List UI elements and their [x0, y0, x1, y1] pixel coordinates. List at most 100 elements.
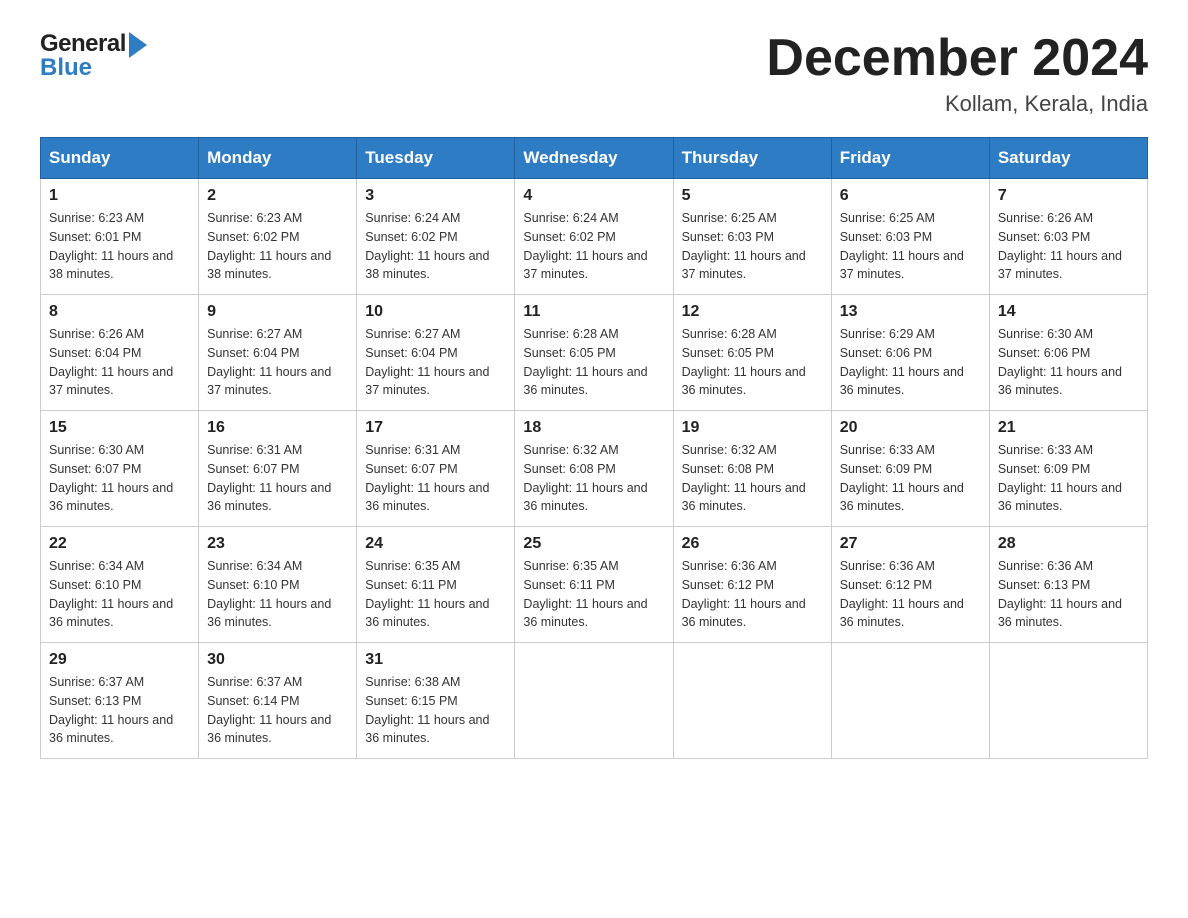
day-number: 9 — [207, 303, 348, 321]
day-number: 5 — [682, 187, 823, 205]
day-info: Sunrise: 6:26 AMSunset: 6:03 PMDaylight:… — [998, 209, 1139, 284]
calendar-cell: 8 Sunrise: 6:26 AMSunset: 6:04 PMDaylight… — [41, 295, 199, 411]
calendar-cell: 4 Sunrise: 6:24 AMSunset: 6:02 PMDaylight… — [515, 179, 673, 295]
day-info: Sunrise: 6:24 AMSunset: 6:02 PMDaylight:… — [365, 209, 506, 284]
calendar-week-2: 8 Sunrise: 6:26 AMSunset: 6:04 PMDaylight… — [41, 295, 1148, 411]
day-info: Sunrise: 6:34 AMSunset: 6:10 PMDaylight:… — [207, 557, 348, 632]
day-number: 1 — [49, 187, 190, 205]
day-info: Sunrise: 6:28 AMSunset: 6:05 PMDaylight:… — [523, 325, 664, 400]
calendar-cell: 15Sunrise: 6:30 AMSunset: 6:07 PMDayligh… — [41, 411, 199, 527]
calendar-cell: 9 Sunrise: 6:27 AMSunset: 6:04 PMDaylight… — [199, 295, 357, 411]
calendar-cell: 13Sunrise: 6:29 AMSunset: 6:06 PMDayligh… — [831, 295, 989, 411]
subtitle: Kollam, Kerala, India — [766, 91, 1148, 117]
calendar-cell: 23 Sunrise: 6:34 AMSunset: 6:10 PMDayligh… — [199, 527, 357, 643]
calendar-cell: 6 Sunrise: 6:25 AMSunset: 6:03 PMDaylight… — [831, 179, 989, 295]
calendar-cell: 18 Sunrise: 6:32 AMSunset: 6:08 PMDayligh… — [515, 411, 673, 527]
calendar-cell: 16 Sunrise: 6:31 AMSunset: 6:07 PMDayligh… — [199, 411, 357, 527]
day-info: Sunrise: 6:32 AMSunset: 6:08 PMDaylight:… — [523, 441, 664, 516]
logo: General Blue — [40, 30, 147, 82]
col-header-friday: Friday — [831, 138, 989, 179]
day-number: 4 — [523, 187, 664, 205]
day-info: Sunrise: 6:28 AMSunset: 6:05 PMDaylight:… — [682, 325, 823, 400]
calendar-week-3: 15Sunrise: 6:30 AMSunset: 6:07 PMDayligh… — [41, 411, 1148, 527]
calendar-cell: 5 Sunrise: 6:25 AMSunset: 6:03 PMDaylight… — [673, 179, 831, 295]
calendar-cell: 31Sunrise: 6:38 AMSunset: 6:15 PMDayligh… — [357, 643, 515, 759]
calendar-cell: 7Sunrise: 6:26 AMSunset: 6:03 PMDaylight… — [989, 179, 1147, 295]
day-number: 3 — [365, 187, 506, 205]
logo-blue-text: Blue — [40, 54, 92, 82]
day-info: Sunrise: 6:25 AMSunset: 6:03 PMDaylight:… — [840, 209, 981, 284]
calendar-cell: 11Sunrise: 6:28 AMSunset: 6:05 PMDayligh… — [515, 295, 673, 411]
calendar-week-1: 1 Sunrise: 6:23 AMSunset: 6:01 PMDaylight… — [41, 179, 1148, 295]
day-number: 19 — [682, 419, 823, 437]
logo-icon — [129, 32, 147, 58]
page-header: General Blue December 2024 Kollam, Keral… — [40, 30, 1148, 117]
main-title: December 2024 — [766, 30, 1148, 87]
day-number: 21 — [998, 419, 1139, 437]
day-info: Sunrise: 6:31 AMSunset: 6:07 PMDaylight:… — [207, 441, 348, 516]
day-info: Sunrise: 6:33 AMSunset: 6:09 PMDaylight:… — [840, 441, 981, 516]
calendar-cell: 2 Sunrise: 6:23 AMSunset: 6:02 PMDaylight… — [199, 179, 357, 295]
day-info: Sunrise: 6:37 AMSunset: 6:14 PMDaylight:… — [207, 673, 348, 748]
calendar-cell: 28Sunrise: 6:36 AMSunset: 6:13 PMDayligh… — [989, 527, 1147, 643]
calendar-cell: 26 Sunrise: 6:36 AMSunset: 6:12 PMDayligh… — [673, 527, 831, 643]
calendar-cell: 27Sunrise: 6:36 AMSunset: 6:12 PMDayligh… — [831, 527, 989, 643]
day-number: 16 — [207, 419, 348, 437]
day-number: 20 — [840, 419, 981, 437]
calendar-cell: 3 Sunrise: 6:24 AMSunset: 6:02 PMDaylight… — [357, 179, 515, 295]
calendar-table: Sunday Monday Tuesday Wednesday Thursday… — [40, 137, 1148, 759]
day-info: Sunrise: 6:33 AMSunset: 6:09 PMDaylight:… — [998, 441, 1139, 516]
day-number: 26 — [682, 535, 823, 553]
day-info: Sunrise: 6:35 AMSunset: 6:11 PMDaylight:… — [365, 557, 506, 632]
day-number: 14 — [998, 303, 1139, 321]
day-info: Sunrise: 6:36 AMSunset: 6:12 PMDaylight:… — [682, 557, 823, 632]
day-number: 17 — [365, 419, 506, 437]
calendar-cell — [515, 643, 673, 759]
day-number: 18 — [523, 419, 664, 437]
calendar-week-5: 29 Sunrise: 6:37 AMSunset: 6:13 PMDayligh… — [41, 643, 1148, 759]
calendar-cell — [989, 643, 1147, 759]
day-number: 2 — [207, 187, 348, 205]
day-info: Sunrise: 6:37 AMSunset: 6:13 PMDaylight:… — [49, 673, 190, 748]
day-info: Sunrise: 6:27 AMSunset: 6:04 PMDaylight:… — [365, 325, 506, 400]
day-number: 6 — [840, 187, 981, 205]
calendar-cell: 30 Sunrise: 6:37 AMSunset: 6:14 PMDayligh… — [199, 643, 357, 759]
day-info: Sunrise: 6:36 AMSunset: 6:12 PMDaylight:… — [840, 557, 981, 632]
title-section: December 2024 Kollam, Kerala, India — [766, 30, 1148, 117]
day-info: Sunrise: 6:23 AMSunset: 6:02 PMDaylight:… — [207, 209, 348, 284]
day-number: 8 — [49, 303, 190, 321]
col-header-tuesday: Tuesday — [357, 138, 515, 179]
calendar-header-row: Sunday Monday Tuesday Wednesday Thursday… — [41, 138, 1148, 179]
day-number: 12 — [682, 303, 823, 321]
day-number: 23 — [207, 535, 348, 553]
day-info: Sunrise: 6:26 AMSunset: 6:04 PMDaylight:… — [49, 325, 190, 400]
day-info: Sunrise: 6:32 AMSunset: 6:08 PMDaylight:… — [682, 441, 823, 516]
day-number: 30 — [207, 651, 348, 669]
calendar-cell: 12 Sunrise: 6:28 AMSunset: 6:05 PMDayligh… — [673, 295, 831, 411]
day-info: Sunrise: 6:38 AMSunset: 6:15 PMDaylight:… — [365, 673, 506, 748]
day-number: 29 — [49, 651, 190, 669]
day-info: Sunrise: 6:27 AMSunset: 6:04 PMDaylight:… — [207, 325, 348, 400]
col-header-wednesday: Wednesday — [515, 138, 673, 179]
calendar-cell: 20 Sunrise: 6:33 AMSunset: 6:09 PMDayligh… — [831, 411, 989, 527]
calendar-cell: 29 Sunrise: 6:37 AMSunset: 6:13 PMDayligh… — [41, 643, 199, 759]
day-number: 25 — [523, 535, 664, 553]
day-info: Sunrise: 6:24 AMSunset: 6:02 PMDaylight:… — [523, 209, 664, 284]
day-number: 28 — [998, 535, 1139, 553]
calendar-cell: 14 Sunrise: 6:30 AMSunset: 6:06 PMDayligh… — [989, 295, 1147, 411]
day-number: 10 — [365, 303, 506, 321]
col-header-monday: Monday — [199, 138, 357, 179]
day-info: Sunrise: 6:35 AMSunset: 6:11 PMDaylight:… — [523, 557, 664, 632]
day-info: Sunrise: 6:30 AMSunset: 6:07 PMDaylight:… — [49, 441, 190, 516]
col-header-thursday: Thursday — [673, 138, 831, 179]
day-number: 24 — [365, 535, 506, 553]
day-info: Sunrise: 6:25 AMSunset: 6:03 PMDaylight:… — [682, 209, 823, 284]
day-info: Sunrise: 6:23 AMSunset: 6:01 PMDaylight:… — [49, 209, 190, 284]
day-info: Sunrise: 6:34 AMSunset: 6:10 PMDaylight:… — [49, 557, 190, 632]
day-info: Sunrise: 6:31 AMSunset: 6:07 PMDaylight:… — [365, 441, 506, 516]
calendar-cell: 17 Sunrise: 6:31 AMSunset: 6:07 PMDayligh… — [357, 411, 515, 527]
calendar-cell: 25 Sunrise: 6:35 AMSunset: 6:11 PMDayligh… — [515, 527, 673, 643]
day-info: Sunrise: 6:30 AMSunset: 6:06 PMDaylight:… — [998, 325, 1139, 400]
calendar-cell: 19 Sunrise: 6:32 AMSunset: 6:08 PMDayligh… — [673, 411, 831, 527]
day-number: 22 — [49, 535, 190, 553]
